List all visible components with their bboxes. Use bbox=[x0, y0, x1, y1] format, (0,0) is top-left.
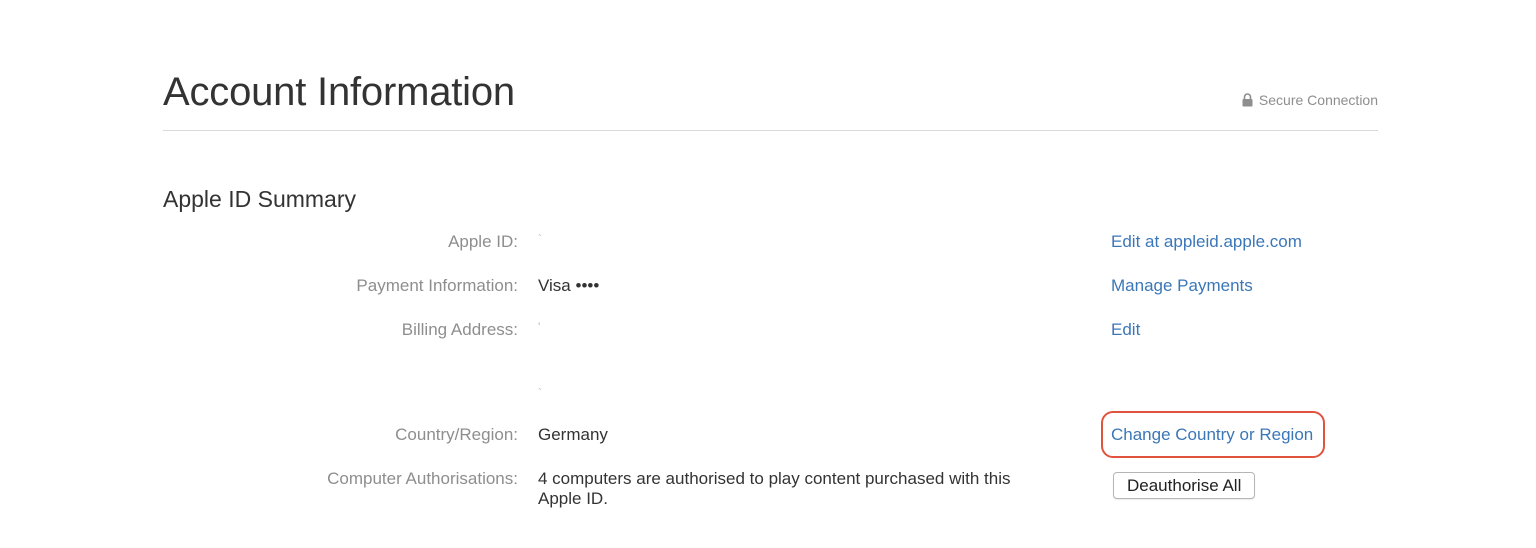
computer-authorisations-row: Computer Authorisations: 4 computers are… bbox=[0, 469, 1536, 508]
lock-icon bbox=[1242, 93, 1253, 107]
country-row: Country/Region: Germany Change Country o… bbox=[0, 425, 1536, 451]
apple-id-value: ` bbox=[538, 232, 542, 246]
deauthorise-all-button[interactable]: Deauthorise All bbox=[1113, 472, 1256, 499]
edit-billing-link[interactable]: Edit bbox=[1111, 320, 1140, 340]
country-label: Country/Region: bbox=[395, 425, 518, 444]
section-title: Apple ID Summary bbox=[163, 186, 357, 212]
computer-authorisations-value: 4 computers are authorised to play conte… bbox=[538, 469, 1011, 508]
computer-authorisations-label: Computer Authorisations: bbox=[327, 469, 518, 488]
page-title: Account Information bbox=[163, 70, 515, 114]
billing-label: Billing Address: bbox=[401, 320, 518, 339]
payment-label: Payment Information: bbox=[356, 276, 518, 295]
billing-value-line1: ' bbox=[538, 320, 541, 334]
secure-connection-label: Secure Connection bbox=[1258, 92, 1378, 108]
apple-id-row: Apple ID: ` Edit at appleid.apple.com bbox=[0, 232, 1536, 258]
page-header: Account Information Secure Connection bbox=[163, 68, 1378, 131]
billing-value-line2: ` bbox=[538, 386, 542, 400]
change-country-link[interactable]: Change Country or Region bbox=[1111, 425, 1313, 445]
payment-value: Visa •••• bbox=[538, 276, 600, 295]
billing-row: Billing Address: ' Edit bbox=[0, 320, 1536, 346]
country-value: Germany bbox=[538, 425, 608, 444]
edit-apple-id-link[interactable]: Edit at appleid.apple.com bbox=[1111, 232, 1302, 252]
payment-row: Payment Information: Visa •••• Manage Pa… bbox=[0, 276, 1536, 302]
apple-id-label: Apple ID: bbox=[448, 232, 518, 251]
secure-connection-indicator: Secure Connection bbox=[1242, 92, 1378, 108]
manage-payments-link[interactable]: Manage Payments bbox=[1111, 276, 1253, 296]
billing-row-continued: ` bbox=[0, 386, 1536, 412]
